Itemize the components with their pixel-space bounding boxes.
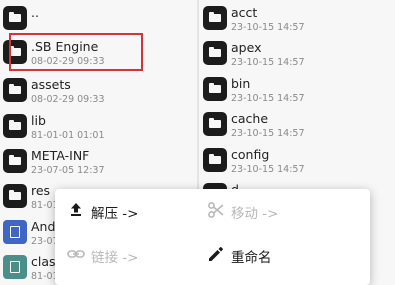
file-date: 81-01-01 01:01 bbox=[31, 130, 105, 141]
move-label: 移动 -> bbox=[231, 206, 279, 222]
file-name: res bbox=[31, 183, 51, 198]
folder-icon bbox=[3, 114, 27, 138]
extract-label: 解压 -> bbox=[91, 206, 139, 222]
file-name: assets bbox=[31, 77, 71, 92]
upload-icon bbox=[67, 201, 85, 219]
link-icon bbox=[67, 245, 85, 263]
file-date: 23-10-15 14:57 bbox=[231, 57, 305, 68]
file-date: 23-07-05 12:37 bbox=[31, 165, 105, 176]
file-date: 23-10-15 14:57 bbox=[231, 164, 305, 175]
extract-menu-item[interactable]: 解压 -> bbox=[55, 189, 195, 233]
file-name: bin bbox=[231, 76, 251, 91]
file-name: .. bbox=[31, 5, 39, 20]
file-name: apex bbox=[231, 40, 262, 55]
folder-icon bbox=[3, 149, 27, 173]
file-date: 08-02-29 09:33 bbox=[31, 94, 105, 105]
scissors-icon bbox=[207, 201, 225, 219]
file-date: 23-10-15 14:57 bbox=[231, 93, 305, 104]
document-file-icon bbox=[3, 220, 27, 244]
folder-icon bbox=[203, 6, 227, 30]
list-item-apex[interactable]: apex 23-10-15 14:57 bbox=[199, 35, 395, 71]
folder-icon bbox=[203, 77, 227, 101]
folder-icon bbox=[203, 41, 227, 65]
list-item-assets[interactable]: assets 08-02-29 09:33 bbox=[0, 72, 197, 108]
rename-label: 重命名 bbox=[231, 250, 272, 266]
list-item-acct[interactable]: acct 23-10-15 14:57 bbox=[199, 0, 395, 36]
file-name: lib bbox=[31, 113, 46, 128]
context-menu: 解压 -> 移动 -> 链接 -> 重命名 bbox=[55, 189, 370, 285]
folder-icon bbox=[3, 78, 27, 102]
list-item-parent-dir[interactable]: .. bbox=[0, 0, 197, 36]
file-name: cache bbox=[231, 111, 269, 126]
folder-icon bbox=[3, 6, 27, 30]
pencil-icon bbox=[207, 245, 225, 263]
folder-icon bbox=[203, 112, 227, 136]
folder-icon bbox=[203, 148, 227, 172]
file-name: acct bbox=[231, 5, 258, 20]
link-label: 链接 -> bbox=[91, 250, 139, 266]
file-name: config bbox=[231, 147, 270, 162]
dex-file-icon bbox=[3, 255, 27, 279]
list-item-lib[interactable]: lib 81-01-01 01:01 bbox=[0, 108, 197, 144]
list-item-cache[interactable]: cache 23-10-15 14:57 bbox=[199, 106, 395, 142]
file-date: 23-10-15 14:57 bbox=[231, 128, 305, 139]
selection-highlight-box bbox=[9, 33, 143, 71]
list-item-config[interactable]: config 23-10-15 14:57 bbox=[199, 142, 395, 178]
list-item-bin[interactable]: bin 23-10-15 14:57 bbox=[199, 71, 395, 107]
file-date: 23-10-15 14:57 bbox=[231, 22, 305, 33]
link-menu-item[interactable]: 链接 -> bbox=[55, 233, 195, 277]
folder-icon bbox=[3, 184, 27, 208]
file-name: META-INF bbox=[31, 148, 90, 163]
rename-menu-item[interactable]: 重命名 bbox=[195, 233, 335, 277]
move-menu-item[interactable]: 移动 -> bbox=[195, 189, 335, 233]
list-item-meta-inf[interactable]: META-INF 23-07-05 12:37 bbox=[0, 143, 197, 179]
